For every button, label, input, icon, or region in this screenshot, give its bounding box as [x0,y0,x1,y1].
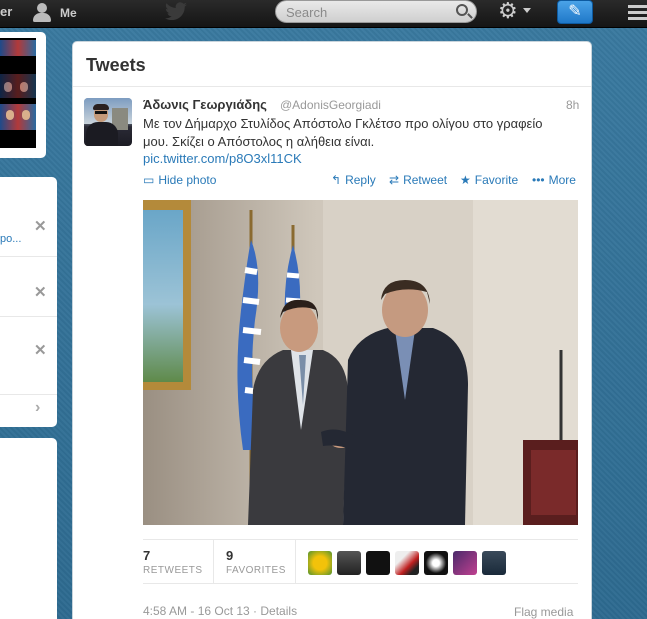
author-name[interactable]: Άδωνις Γεωργιάδης [143,97,267,112]
reply-icon: ↰ [331,173,342,187]
reply-button[interactable]: ↰ Reply [331,173,376,187]
panel-header: Tweets [73,42,591,87]
favorite-label: Favorite [474,173,519,187]
nav-item-fragment[interactable]: er [0,4,12,19]
avatar[interactable] [424,551,448,575]
tweet-meta[interactable]: 4:58 AM - 16 Oct 13 · Details [143,604,297,618]
avatar[interactable] [366,551,390,575]
more-icon: ••• [532,173,545,187]
left-trends-module [0,438,57,619]
favoriters-avatars [308,551,506,575]
retweets-stat[interactable]: 7 RETWEETS [143,548,203,576]
caret-down-icon[interactable] [523,8,531,13]
left-suggestions-module: ✕ po... ✕ ✕ › [0,177,57,427]
retweet-label: Retweet [403,173,448,187]
more-button[interactable]: ••• More [532,173,576,187]
tweet-photo[interactable] [143,200,578,525]
page-title: Tweets [86,55,146,75]
tweet-actions: ▭ Hide photo ↰ Reply ⇄ Retweet ★ Favorite ••… [143,173,583,189]
hide-photo-label: Hide photo [158,173,217,187]
list-item [0,257,57,317]
top-navigation-bar: er Me ⚙ ✎ [0,0,647,28]
avatar[interactable] [84,98,132,146]
photo-icon: ▭ [143,173,155,187]
avatar[interactable] [308,551,332,575]
search-input[interactable] [286,4,446,20]
star-icon: ★ [460,173,471,187]
close-icon[interactable]: ✕ [34,283,47,301]
compose-icon: ✎ [568,3,582,20]
retweet-icon: ⇄ [389,173,400,187]
compose-tweet-button[interactable]: ✎ [557,0,593,24]
list-item [0,177,57,257]
retweets-count: 7 [143,548,151,563]
favorites-stat[interactable]: 9 FAVORITES [226,548,286,576]
hide-photo-button[interactable]: ▭ Hide photo [143,173,216,187]
avatar[interactable] [482,551,506,575]
tweet-media-link[interactable]: pic.twitter.com/p8O3xl11CK [143,151,302,166]
favorites-label: FAVORITES [226,565,286,576]
avatar[interactable] [337,551,361,575]
tweets-panel: Tweets Άδωνις Γεωργιάδης @AdonisGeorgiad… [72,41,592,619]
retweets-label: RETWEETS [143,565,203,576]
person-icon [32,3,52,23]
twitter-bird-icon[interactable] [164,2,188,27]
search-box [275,0,477,23]
reply-label: Reply [345,173,376,187]
suggestion-link[interactable]: po... [0,233,21,245]
flag-media-link[interactable]: Flag media [514,605,573,619]
tweet-text: Με τον Δήμαρχο Στυλίδος Απόστολο Γκλέτσο… [143,116,543,149]
left-media-module [0,32,46,158]
avatar[interactable] [453,551,477,575]
author-handle[interactable]: @AdonisGeorgiadi [280,98,381,112]
gear-icon[interactable]: ⚙ [498,0,518,22]
favorite-button[interactable]: ★ Favorite [460,173,518,187]
retweet-button[interactable]: ⇄ Retweet [389,173,447,187]
favorites-count: 9 [226,548,234,563]
list-item [0,317,57,395]
nav-item-me[interactable]: Me [32,3,77,23]
chevron-right-icon[interactable]: › [35,399,40,417]
media-thumbnails[interactable] [0,38,36,148]
close-icon[interactable]: ✕ [34,217,47,235]
menu-icon[interactable] [628,5,647,23]
nav-me-label: Me [60,6,77,20]
tweet-stats: 7 RETWEETS 9 FAVORITES [143,539,578,584]
tweet-timestamp[interactable]: 8h [566,98,579,112]
divider [213,540,214,584]
close-icon[interactable]: ✕ [34,341,47,359]
avatar[interactable] [395,551,419,575]
divider [295,540,296,584]
more-label: More [548,173,576,187]
search-icon[interactable] [456,4,468,16]
